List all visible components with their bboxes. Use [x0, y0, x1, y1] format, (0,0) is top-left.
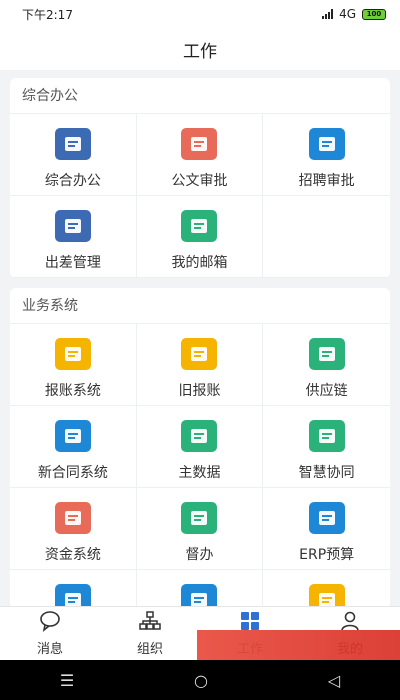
section-card: 业务系统 报账系统 旧报账 供应链新合同系统 主数据 智慧协同资金系统 督办 ERP预算 [10, 288, 390, 606]
org-chart-icon [138, 610, 162, 636]
app-tile-label: 资金系统 [44, 547, 101, 563]
app-tile-label: 出差管理 [44, 255, 101, 271]
system-nav-bar: ☰ ○ ◁ [0, 660, 400, 700]
contract-icon [54, 420, 91, 452]
chat-bubble-icon [38, 610, 62, 636]
battery-icon: 100 [362, 8, 386, 20]
app-tile-label: 公文审批 [171, 173, 228, 189]
back-icon[interactable]: ◁ [328, 671, 340, 690]
app-tile-label: 旧报账 [178, 383, 221, 399]
recruit-badge-icon [308, 128, 345, 160]
app-tile-label: 招聘审批 [298, 173, 355, 189]
budget-yen-icon [308, 502, 345, 534]
mail-icon [181, 210, 218, 242]
menu-icon[interactable]: ☰ [60, 671, 74, 690]
app-tile[interactable] [263, 570, 390, 606]
app-tile-label: 新合同系统 [37, 465, 108, 481]
nav-item-1[interactable]: 组织 [100, 607, 200, 660]
app-tile[interactable]: 旧报账 [136, 324, 264, 406]
app-tile[interactable]: 供应链 [263, 324, 390, 406]
page-title: 工作 [0, 28, 400, 70]
content-scroll[interactable]: 综合办公 综合办公 公文审批 招聘审批 出差管理 我的邮箱 业务系统 报账系统 旧报账 供应… [0, 70, 400, 606]
app-tile[interactable]: 公文审批 [136, 114, 264, 196]
app-tile[interactable] [137, 570, 264, 606]
app-grid: 报账系统 旧报账 供应链新合同系统 主数据 智慧协同资金系统 督办 ERP预算 [10, 324, 390, 606]
section-title: 综合办公 [10, 78, 390, 114]
app-tile-label: 综合办公 [44, 173, 101, 189]
status-indicators: 4G 100 [322, 7, 386, 21]
section-title: 业务系统 [10, 288, 390, 324]
ict-icon [54, 584, 91, 606]
app-tile[interactable] [10, 570, 137, 606]
status-bar: 下午2:17 4G 100 [0, 0, 400, 28]
chart-board-icon [181, 420, 218, 452]
logo-b-icon [181, 584, 218, 606]
traveler-luggage-icon [54, 210, 91, 242]
app-tile[interactable]: 智慧协同 [263, 406, 390, 488]
nav-item-0[interactable]: 消息 [0, 607, 100, 660]
wallet-icon [54, 502, 91, 534]
app-tile[interactable]: 招聘审批 [263, 114, 390, 196]
document-edit-icon [181, 128, 218, 160]
collaboration-icon [308, 420, 345, 452]
people-icon [308, 584, 345, 606]
app-tile[interactable]: 我的邮箱 [136, 196, 264, 278]
app-tile[interactable]: 报账系统 [10, 324, 137, 406]
app-tile[interactable]: ERP预算 [263, 488, 390, 570]
app-tile-label: 督办 [185, 547, 214, 563]
empty-tile [263, 196, 390, 278]
app-tile[interactable]: 资金系统 [10, 488, 137, 570]
app-grid: 综合办公 公文审批 招聘审批出差管理 我的邮箱 [10, 114, 390, 278]
nav-label: 消息 [36, 642, 63, 657]
app-tile[interactable]: 督办 [136, 488, 264, 570]
app-tile-label: 主数据 [178, 465, 221, 481]
supervise-doc-icon [181, 502, 218, 534]
app-tile[interactable]: 新合同系统 [10, 406, 137, 488]
app-tile[interactable]: 综合办公 [10, 114, 137, 196]
section-card: 综合办公 综合办公 公文审批 招聘审批 出差管理 我的邮箱 [10, 78, 390, 278]
app-tile-label: 报账系统 [44, 383, 101, 399]
supply-doc-icon [308, 338, 345, 370]
id-card-icon [54, 128, 91, 160]
network-label: 4G [339, 7, 356, 21]
status-time: 下午2:17 [22, 7, 73, 22]
app-tile[interactable]: 主数据 [136, 406, 264, 488]
app-tile[interactable]: 出差管理 [10, 196, 137, 278]
app-tile-label: 智慧协同 [298, 465, 355, 481]
app-tile-label: ERP预算 [299, 547, 355, 563]
invoice-yen-icon [54, 338, 91, 370]
app-tile-label: 我的邮箱 [171, 255, 228, 271]
receipt-yen-icon [181, 338, 218, 370]
app-tile-label: 供应链 [305, 383, 348, 399]
signal-icon [322, 9, 334, 19]
home-icon[interactable]: ○ [194, 671, 208, 690]
nav-label: 组织 [136, 642, 163, 657]
